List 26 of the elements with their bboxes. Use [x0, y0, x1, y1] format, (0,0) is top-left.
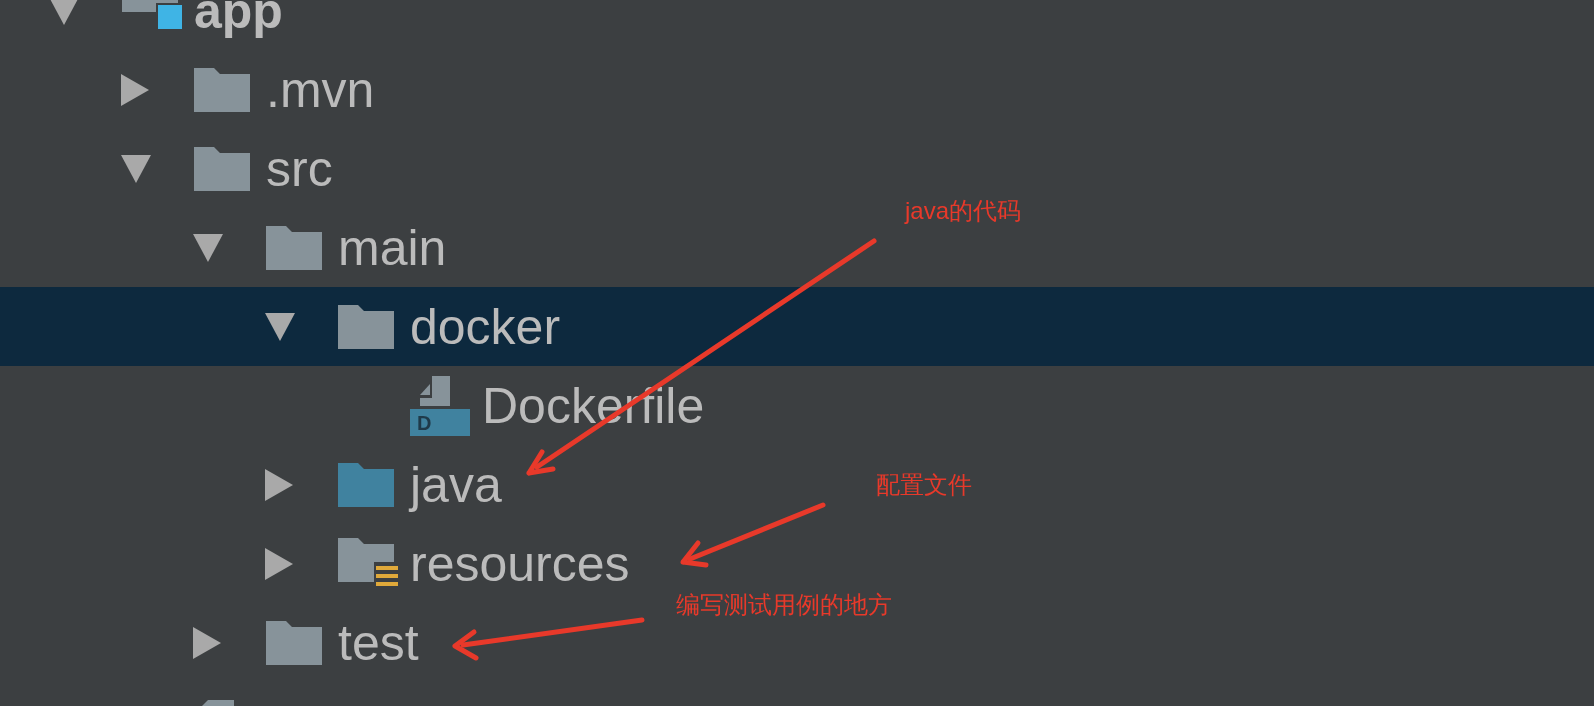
expanded-caret-icon[interactable] [265, 312, 295, 341]
tree-label: test [338, 613, 419, 672]
expanded-caret-icon[interactable] [193, 233, 223, 262]
collapsed-caret-icon[interactable] [265, 468, 293, 501]
tree-label: src [266, 139, 333, 198]
tree-label: app [194, 0, 283, 40]
folder-icon [338, 462, 394, 507]
collapsed-caret-icon[interactable] [193, 626, 221, 659]
expanded-caret-icon[interactable] [49, 0, 79, 25]
folder-icon [338, 304, 394, 349]
folder-icon [266, 225, 322, 270]
annotation-text: 编写测试用例的地方 [676, 590, 892, 620]
collapsed-caret-icon[interactable] [121, 73, 149, 106]
tree-label: java [410, 455, 502, 514]
annotation-text: java的代码 [905, 196, 1022, 226]
folder-icon [194, 146, 250, 191]
collapsed-caret-icon[interactable] [265, 547, 293, 580]
tree-label: main [338, 218, 447, 277]
folder-icon [266, 620, 322, 665]
tree-label: resources [410, 534, 630, 593]
annotation-text: 配置文件 [876, 470, 972, 500]
folder-icon [194, 67, 250, 112]
tree-label: docker [410, 297, 561, 356]
tree-label: .mvn [266, 60, 375, 119]
selected-tree-row[interactable]: docker [0, 287, 1594, 366]
expanded-caret-icon[interactable] [121, 154, 151, 183]
